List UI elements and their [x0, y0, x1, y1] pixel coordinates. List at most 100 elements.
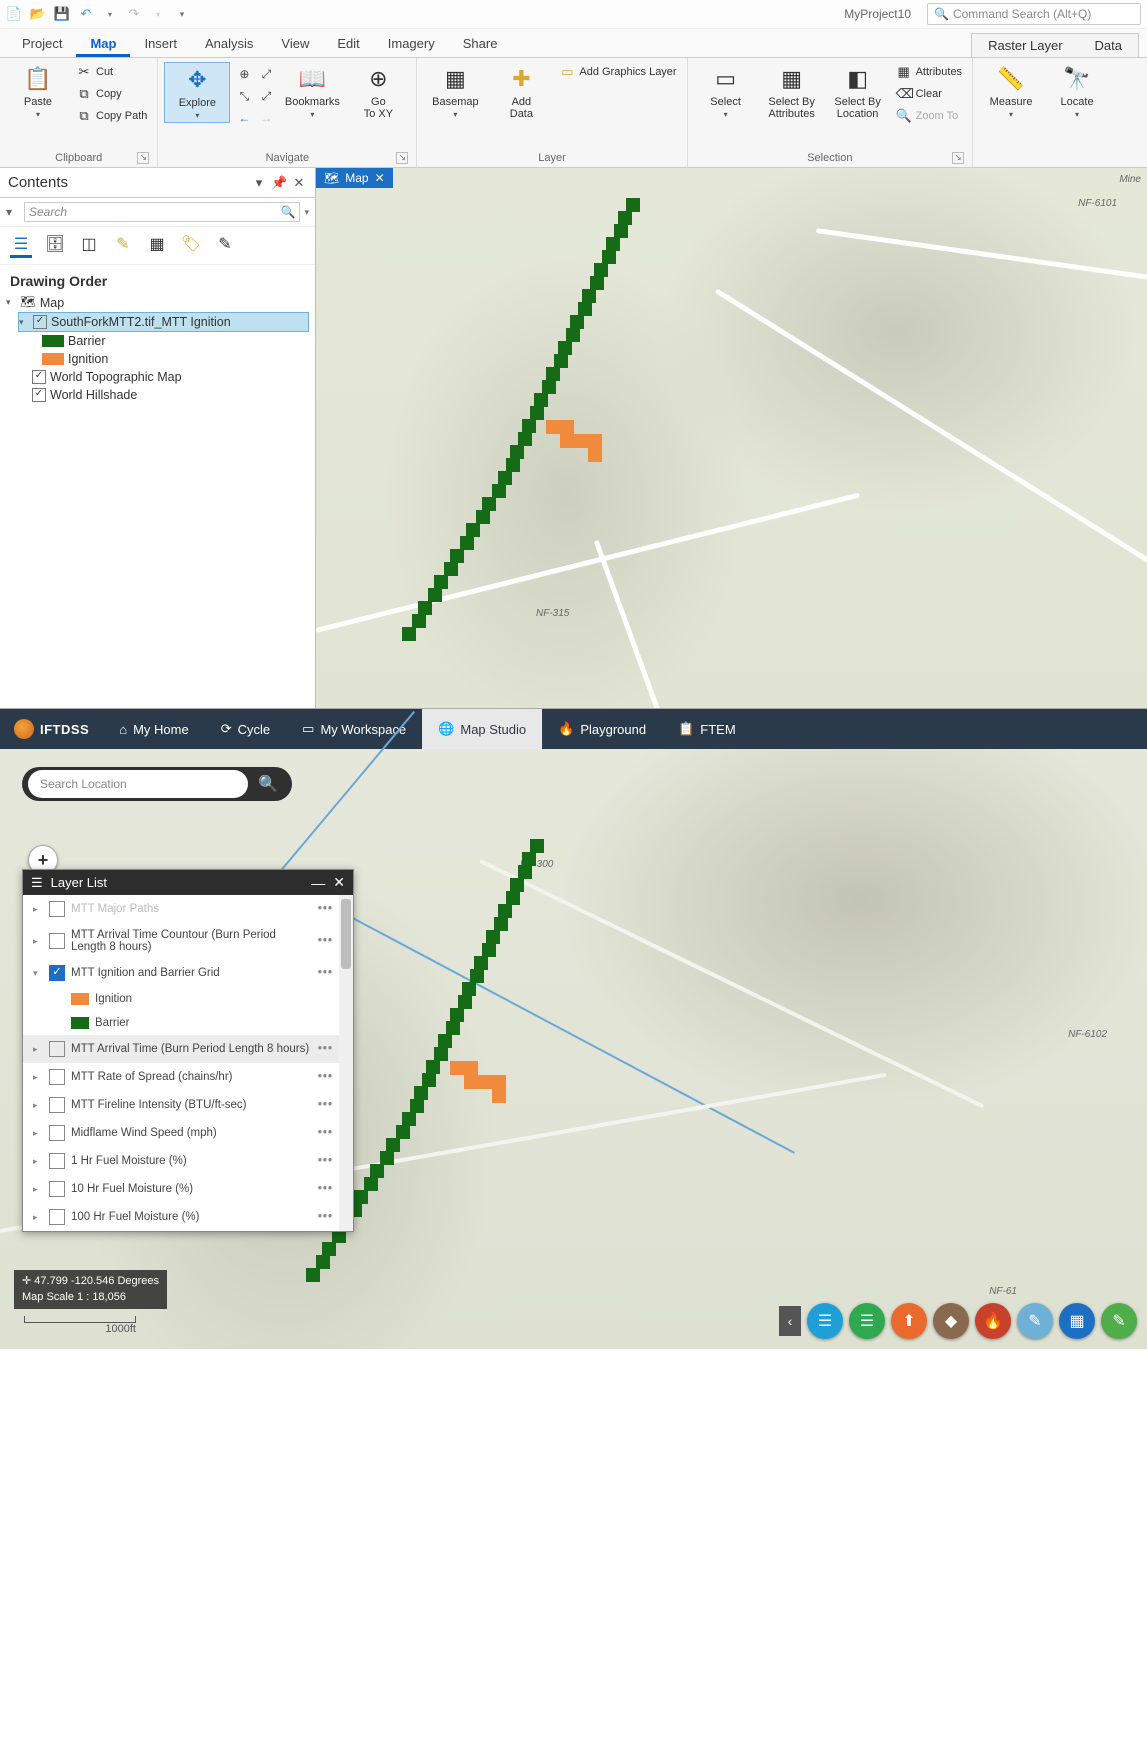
dock-tool-button[interactable]: ✎ [1017, 1303, 1053, 1339]
list-by-selection-icon[interactable]: ◫ [78, 233, 100, 255]
clear-selection-button[interactable]: ⌫Clear [892, 84, 966, 104]
add-graphics-layer-button[interactable]: ▭Add Graphics Layer [555, 62, 680, 82]
measure-button[interactable]: 📏 Measure ▾ [979, 62, 1043, 121]
qat-customize-icon[interactable]: ▾ [174, 6, 190, 22]
checkbox-icon[interactable]: ✓ [49, 965, 65, 981]
cut-button[interactable]: ✂Cut [72, 62, 151, 82]
expand-icon[interactable]: ▸ [33, 1128, 43, 1139]
expand-icon[interactable]: ▸ [33, 1184, 43, 1195]
map-node[interactable]: ▾ 🗺 Map [6, 293, 309, 312]
dock-tool-button[interactable]: ☰ [849, 1303, 885, 1339]
layer-row[interactable]: ▸10 Hr Fuel Moisture (%)••• [23, 1175, 353, 1203]
dock-tool-button[interactable]: ✎ [1101, 1303, 1137, 1339]
close-icon[interactable]: ✕ [333, 874, 345, 891]
add-data-button[interactable]: ✚ Add Data [489, 62, 553, 122]
layer-menu-icon[interactable]: ••• [318, 1099, 333, 1111]
list-by-snapping-icon[interactable]: ▦ [146, 233, 168, 255]
location-search[interactable]: Search Location 🔍 [22, 767, 292, 801]
expand-icon[interactable]: ▸ [33, 1072, 43, 1083]
list-by-editing-icon[interactable]: ✎ [112, 233, 134, 255]
prev-extent-icon[interactable]: ← [234, 108, 254, 128]
layer-row[interactable]: ▾✓MTT Ignition and Barrier Grid••• [23, 959, 353, 987]
contents-search-input[interactable]: Search 🔍 [24, 202, 300, 222]
layer-menu-icon[interactable]: ••• [318, 1183, 333, 1195]
nav-cycle[interactable]: ⟳Cycle [205, 709, 286, 749]
tab-insert[interactable]: Insert [130, 32, 191, 57]
zoom-to-selection-button[interactable]: 🔍Zoom To [892, 106, 966, 126]
list-by-source-icon[interactable]: 🗄 [44, 233, 66, 255]
checkbox-icon[interactable] [49, 1209, 65, 1225]
layer-topo[interactable]: ▸ ✓ World Topographic Map [18, 368, 309, 386]
search-dropdown-icon[interactable]: ▾ [304, 207, 309, 218]
dock-tool-button[interactable]: ☰ [807, 1303, 843, 1339]
tab-map[interactable]: Map [76, 32, 130, 57]
layer-row[interactable]: ▸Midflame Wind Speed (mph)••• [23, 1119, 353, 1147]
close-tab-icon[interactable]: ✕ [375, 171, 385, 185]
pane-menu-icon[interactable]: ▾ [251, 175, 267, 191]
dialog-launcher-icon[interactable]: ↘ [137, 152, 149, 164]
expand-icon[interactable]: ▸ [33, 1212, 43, 1223]
layer-hillshade[interactable]: ▸ ✓ World Hillshade [18, 386, 309, 404]
checkbox-icon[interactable]: ✓ [32, 388, 46, 402]
layer-row[interactable]: ▸MTT Rate of Spread (chains/hr)••• [23, 1063, 353, 1091]
context-tab-raster-layer[interactable]: Raster Layer [972, 34, 1078, 57]
layer-row[interactable]: ▸MTT Arrival Time Countour (Burn Period … [23, 923, 353, 959]
expand-icon[interactable]: ▸ [33, 1156, 43, 1167]
nav-my-workspace[interactable]: ▭My Workspace [286, 709, 422, 749]
layer-menu-icon[interactable]: ••• [318, 1127, 333, 1139]
fixed-zoom-in-icon[interactable]: ⤢ [256, 64, 276, 84]
layer-menu-icon[interactable]: ••• [318, 1211, 333, 1223]
filter-icon[interactable]: ▾ [6, 205, 20, 219]
layer-menu-icon[interactable]: ••• [318, 1071, 333, 1083]
dock-tool-button[interactable]: ◆ [933, 1303, 969, 1339]
map-tab[interactable]: 🗺 Map ✕ [316, 168, 393, 188]
checkbox-icon[interactable] [49, 1069, 65, 1085]
layer-menu-icon[interactable]: ••• [318, 935, 333, 947]
layer-mtt-ignition[interactable]: ▾ ✓ SouthForkMTT2.tif_MTT Ignition [18, 312, 309, 332]
basemap-button[interactable]: ▦ Basemap ▾ [423, 62, 487, 121]
copy-button[interactable]: ⧉Copy [72, 84, 151, 104]
context-tab-data[interactable]: Data [1079, 34, 1138, 57]
checkbox-icon[interactable] [49, 1153, 65, 1169]
tab-edit[interactable]: Edit [323, 32, 373, 57]
pin-icon[interactable]: 📌 [271, 175, 287, 191]
minimize-icon[interactable]: — [311, 875, 325, 891]
checkbox-icon[interactable]: ✓ [32, 370, 46, 384]
select-button[interactable]: ▭ Select ▾ [694, 62, 758, 121]
checkbox-icon[interactable] [49, 901, 65, 917]
locate-button[interactable]: 🔭 Locate ▾ [1045, 62, 1109, 121]
qat-save-icon[interactable]: 💾 [54, 6, 70, 22]
iftdss-brand[interactable]: IFTDSS [0, 719, 103, 739]
bookmarks-button[interactable]: 📖 Bookmarks ▾ [280, 62, 344, 121]
explore-button[interactable]: ✥ Explore ▾ [164, 62, 230, 123]
qat-open-icon[interactable]: 📂 [30, 6, 46, 22]
tab-imagery[interactable]: Imagery [374, 32, 449, 57]
expand-icon[interactable]: ▸ [33, 1044, 43, 1055]
map-view[interactable]: NF-6101 Mine NF-315 🗺 Map ✕ [316, 168, 1147, 708]
nav-map-studio[interactable]: 🌐Map Studio [422, 709, 542, 749]
dialog-launcher-icon[interactable]: ↘ [396, 152, 408, 164]
attributes-button[interactable]: ▦Attributes [892, 62, 966, 82]
tab-project[interactable]: Project [8, 32, 76, 57]
select-by-attributes-button[interactable]: ▦ Select By Attributes [760, 62, 824, 122]
dock-tool-button[interactable]: ▦ [1059, 1303, 1095, 1339]
list-by-labeling-icon[interactable]: 🏷 [180, 233, 202, 255]
full-extent-icon[interactable]: ⊕ [234, 64, 254, 84]
checkbox-icon[interactable] [49, 1041, 65, 1057]
checkbox-icon[interactable] [49, 1125, 65, 1141]
dock-tool-button[interactable]: 🔥 [975, 1303, 1011, 1339]
qat-redo-icon[interactable]: ↷ [126, 6, 142, 22]
go-to-xy-button[interactable]: ⊕ Go To XY [346, 62, 410, 122]
scrollbar[interactable] [339, 895, 353, 1231]
nav-ftem[interactable]: 📋FTEM [662, 709, 752, 749]
expand-icon[interactable]: ▸ [33, 936, 43, 947]
select-by-location-button[interactable]: ◧ Select By Location [826, 62, 890, 122]
tab-analysis[interactable]: Analysis [191, 32, 267, 57]
checkbox-icon[interactable] [49, 933, 65, 949]
tab-share[interactable]: Share [449, 32, 512, 57]
layer-menu-icon[interactable]: ••• [318, 967, 333, 979]
layer-row[interactable]: ▸100 Hr Fuel Moisture (%)••• [23, 1203, 353, 1231]
checkbox-icon[interactable] [49, 1181, 65, 1197]
layer-row[interactable]: ▸MTT Major Paths••• [23, 895, 353, 923]
zoom-to-selection-icon[interactable]: ⤡ [234, 86, 254, 106]
